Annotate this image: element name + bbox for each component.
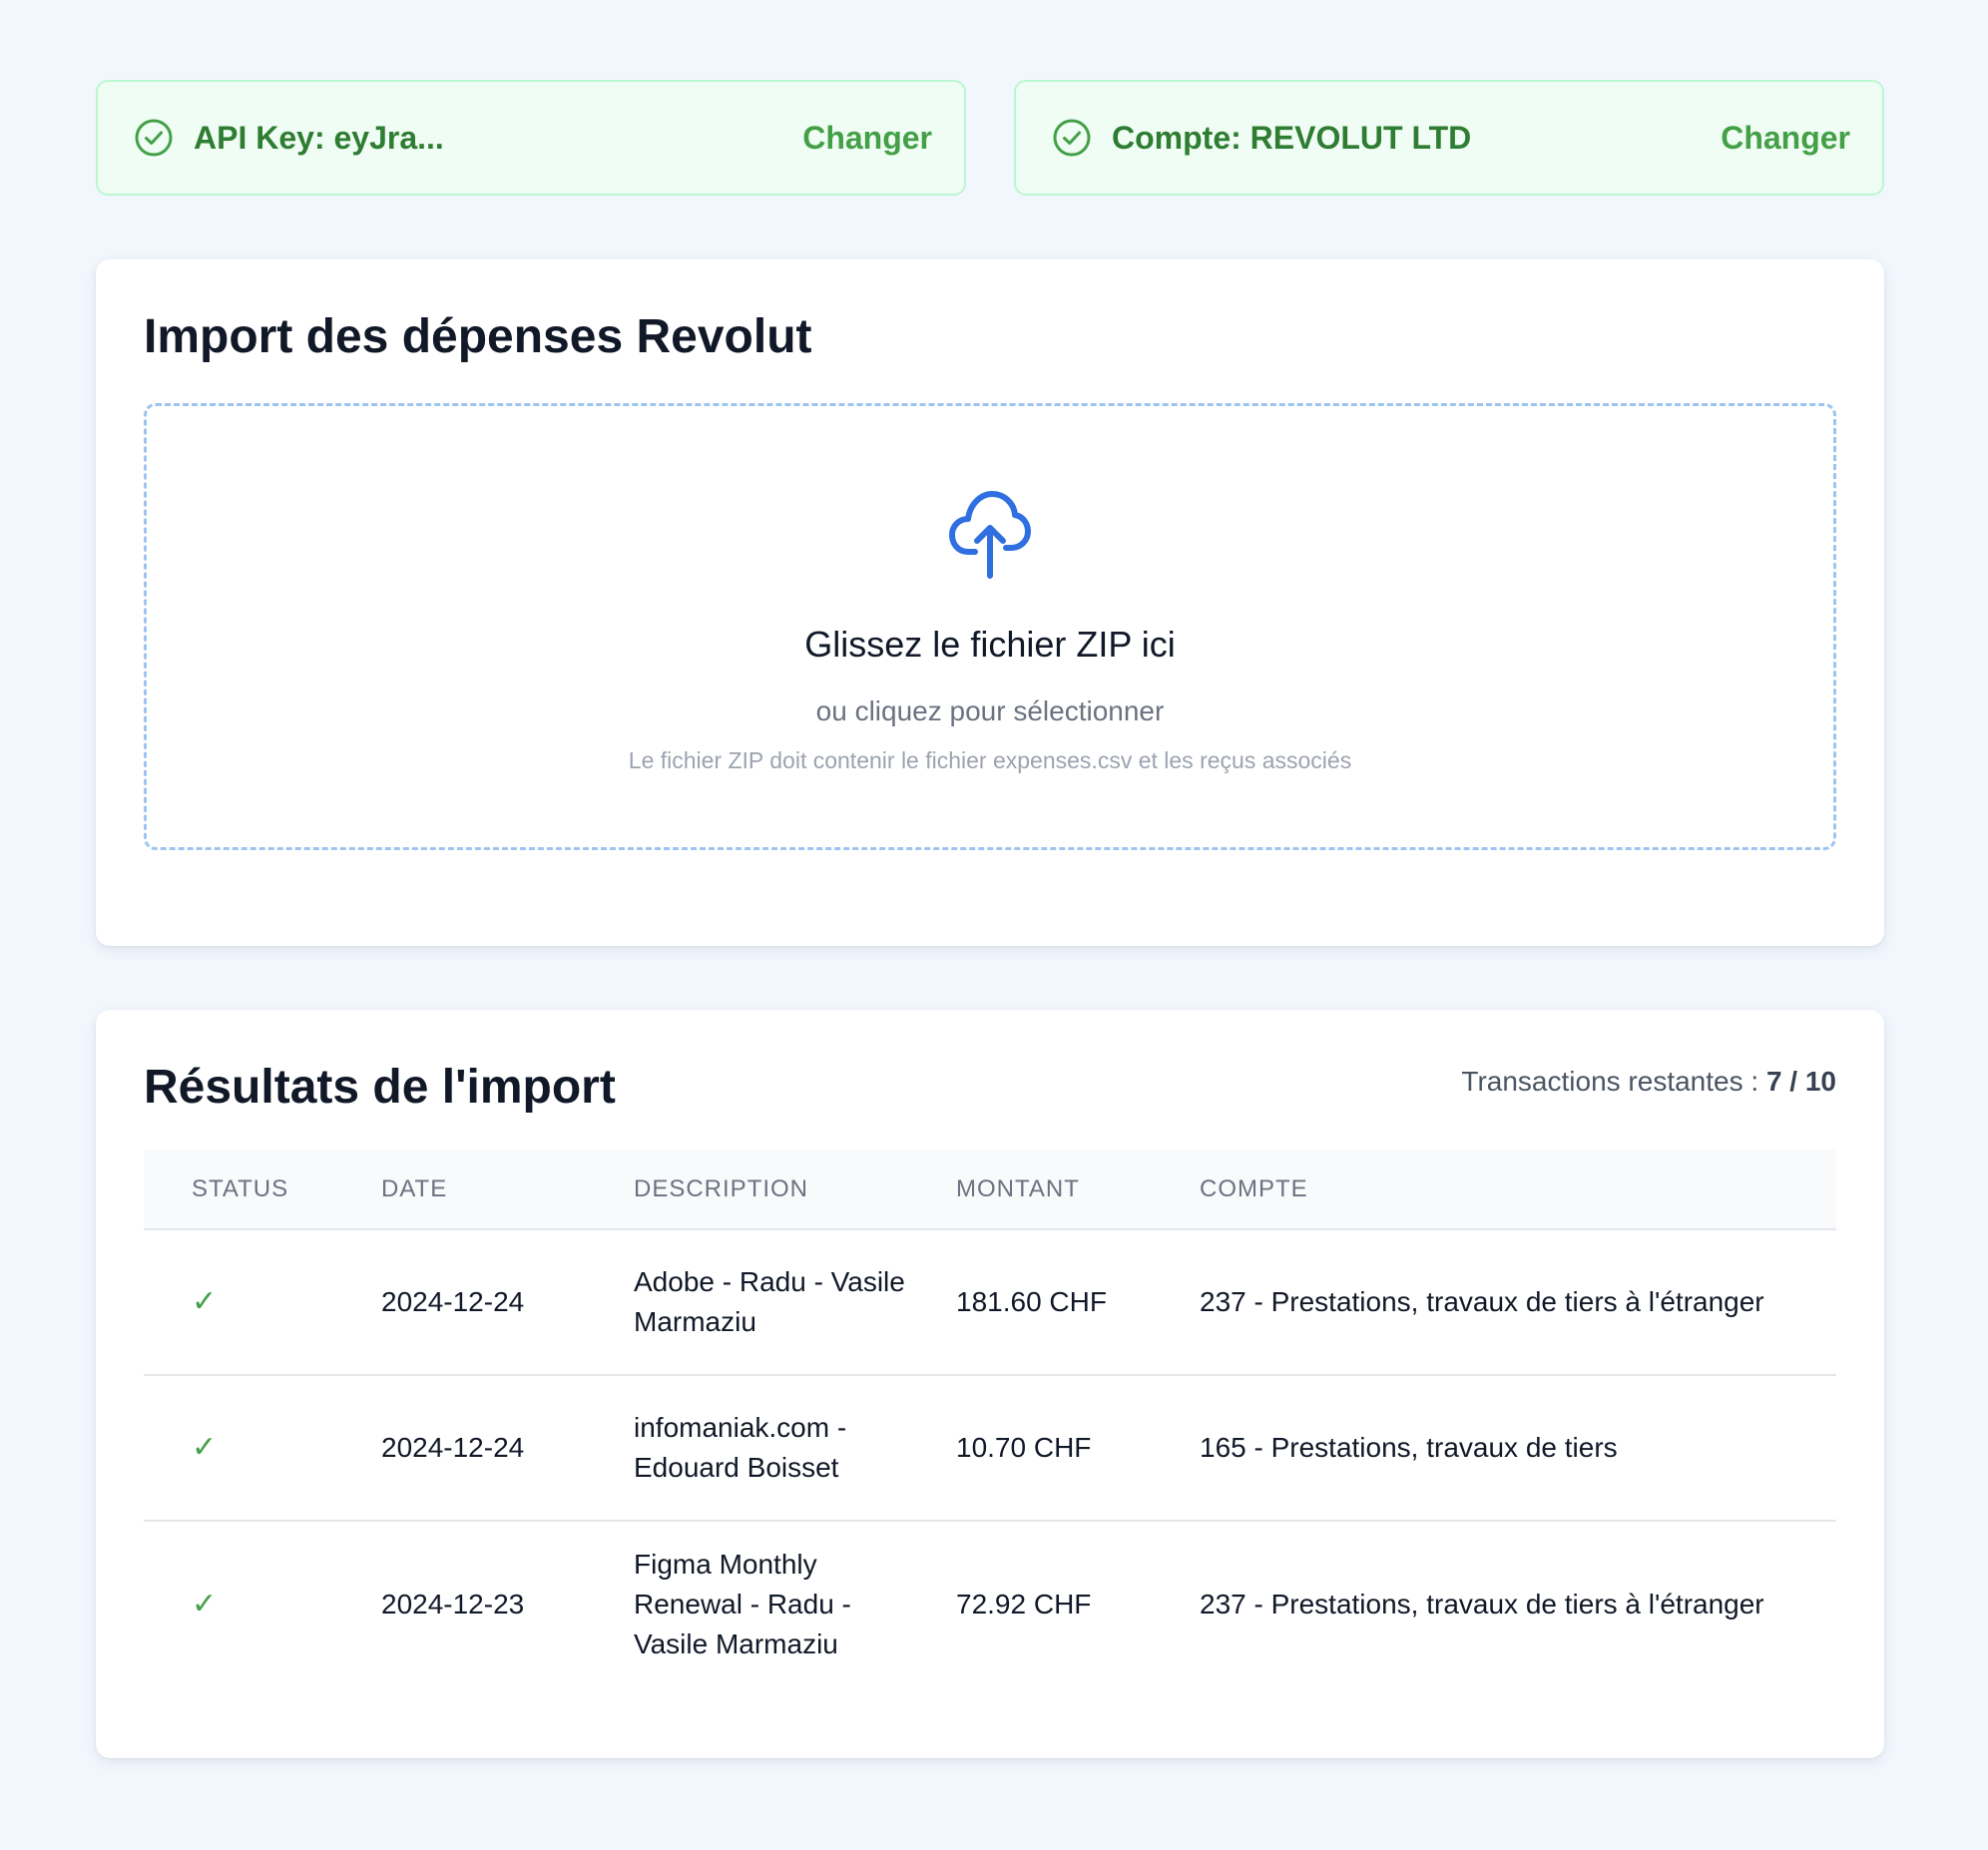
amount-cell: 10.70 CHF <box>956 1432 1092 1463</box>
checkmark-icon: ✓ <box>192 1431 218 1464</box>
check-circle-icon <box>1053 119 1091 157</box>
table-row: ✓ 2024-12-24 Adobe - Radu - Vasile Marma… <box>144 1229 1836 1375</box>
table-header-row: STATUS DATE DESCRIPTION MONTANT COMPTE <box>144 1150 1836 1229</box>
date-cell: 2024-12-23 <box>381 1588 525 1619</box>
remaining-value: 7 / 10 <box>1765 1066 1836 1097</box>
account-cell: 237 - Prestations, travaux de tiers à l'… <box>1200 1588 1764 1619</box>
status-cell: ✓ <box>144 1229 333 1375</box>
status-row: API Key: eyJra... Changer Compte: REVOLU… <box>96 80 1884 196</box>
account-status: Compte: REVOLUT LTD Changer <box>1014 80 1884 196</box>
results-table: STATUS DATE DESCRIPTION MONTANT COMPTE ✓… <box>144 1150 1836 1686</box>
checkmark-icon: ✓ <box>192 1285 218 1318</box>
dropzone-hint: Le fichier ZIP doit contenir le fichier … <box>628 747 1352 773</box>
account-label: Compte: REVOLUT LTD <box>1112 119 1472 156</box>
status-cell: ✓ <box>144 1521 333 1686</box>
column-header-status: STATUS <box>192 1174 289 1202</box>
api-key-status: API Key: eyJra... Changer <box>96 80 966 196</box>
status-cell: ✓ <box>144 1375 333 1521</box>
import-card: Import des dépenses Revolut Glissez le f… <box>96 259 1884 946</box>
amount-cell: 181.60 CHF <box>956 1286 1107 1317</box>
results-header: Résultats de l'import Transactions resta… <box>144 1064 1836 1112</box>
api-key-label: API Key: eyJra... <box>194 119 444 156</box>
column-header-date: DATE <box>381 1174 448 1202</box>
account-cell: 165 - Prestations, travaux de tiers <box>1200 1432 1618 1463</box>
change-api-key-button[interactable]: Changer <box>802 120 932 157</box>
description-cell: Adobe - Radu - Vasile Marmaziu <box>634 1266 905 1337</box>
page: API Key: eyJra... Changer Compte: REVOLU… <box>96 80 1884 1758</box>
table-row: ✓ 2024-12-24 infomaniak.com - Edouard Bo… <box>144 1375 1836 1521</box>
description-cell: infomaniak.com - Edouard Boisset <box>634 1412 847 1483</box>
zip-dropzone[interactable]: Glissez le fichier ZIP ici ou cliquez po… <box>144 403 1836 850</box>
column-header-amount: MONTANT <box>956 1174 1080 1202</box>
table-row: ✓ 2024-12-23 Figma Monthly Renewal - Rad… <box>144 1521 1836 1686</box>
amount-cell: 72.92 CHF <box>956 1588 1092 1619</box>
change-account-button[interactable]: Changer <box>1721 120 1850 157</box>
cloud-upload-icon <box>949 491 1031 579</box>
check-circle-icon <box>135 119 173 157</box>
column-header-account: COMPTE <box>1200 1174 1308 1202</box>
dropzone-subtitle: ou cliquez pour sélectionner <box>815 695 1165 726</box>
dropzone-title: Glissez le fichier ZIP ici <box>804 624 1176 665</box>
results-title: Résultats de l'import <box>144 1061 616 1114</box>
account-cell: 237 - Prestations, travaux de tiers à l'… <box>1200 1286 1764 1317</box>
results-card: Résultats de l'import Transactions resta… <box>96 1010 1884 1758</box>
date-cell: 2024-12-24 <box>381 1286 525 1317</box>
remaining-transactions: Transactions restantes : 7 / 10 <box>1461 1066 1836 1112</box>
import-title: Import des dépenses Revolut <box>144 310 812 363</box>
remaining-label: Transactions restantes : <box>1461 1066 1759 1097</box>
date-cell: 2024-12-24 <box>381 1432 525 1463</box>
description-cell: Figma Monthly Renewal - Radu - Vasile Ma… <box>634 1548 851 1659</box>
column-header-description: DESCRIPTION <box>634 1174 809 1202</box>
checkmark-icon: ✓ <box>192 1587 218 1620</box>
